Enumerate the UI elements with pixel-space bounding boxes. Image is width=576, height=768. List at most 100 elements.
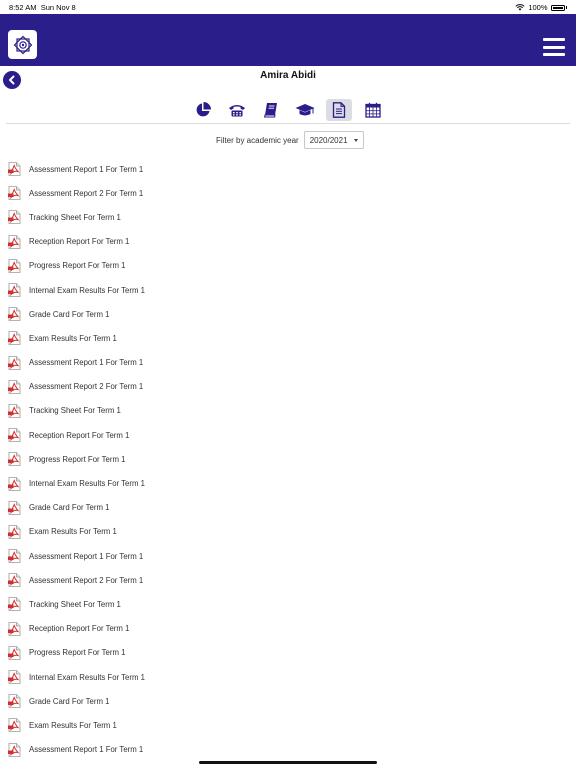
report-label: Assessment Report 2 For Term 1 [29,382,144,392]
report-list-item[interactable]: Progress Report For Term 1 [8,254,145,278]
school-emblem-icon[interactable] [8,30,37,59]
pdf-file-icon [8,307,21,322]
pdf-file-icon [8,186,21,201]
tab-courses[interactable] [258,99,284,121]
report-list-item[interactable]: Assessment Report 2 For Term 1 [8,375,145,399]
tab-divider [6,123,570,124]
report-list-item[interactable]: Grade Card For Term 1 [8,689,145,713]
pdf-file-icon [8,283,21,297]
pdf-file-icon [8,162,21,176]
report-label: Assessment Report 1 For Term 1 [29,551,144,561]
report-list-item[interactable]: Grade Card For Term 1 [8,496,145,520]
report-list-item[interactable]: Progress Report For Term 1 [8,641,145,665]
report-label: Internal Exam Results For Term 1 [29,479,145,489]
phone-icon [229,105,245,117]
report-list-item[interactable]: Exam Results For Term 1 [8,326,145,350]
report-list-item[interactable]: Progress Report For Term 1 [8,447,145,471]
report-list-item[interactable]: Reception Report For Term 1 [8,617,145,641]
report-list-item[interactable]: Assessment Report 2 For Term 1 [8,181,145,205]
pdf-file-icon [8,355,21,370]
battery-tip [565,6,567,9]
report-list-item[interactable]: Reception Report For Term 1 [8,423,145,447]
student-name-title: Amira Abidi [260,70,316,81]
report-label: Progress Report For Term 1 [29,648,126,658]
app-header [0,14,576,66]
report-label: Reception Report For Term 1 [29,430,130,440]
pdf-file-icon [8,404,21,418]
report-label: Progress Report For Term 1 [29,454,126,464]
pdf-file-icon [8,210,21,225]
report-list: Assessment Report 1 For Term 1 Assessment… [8,157,145,762]
pdf-file-icon [8,258,21,273]
report-label: Tracking Sheet For Term 1 [29,212,121,222]
report-list-item[interactable]: Exam Results For Term 1 [8,713,145,737]
report-list-item[interactable]: Assessment Report 1 For Term 1 [8,157,145,181]
report-list-item[interactable]: Exam Results For Term 1 [8,520,145,544]
report-label: Assessment Report 2 For Term 1 [29,575,144,585]
report-label: Tracking Sheet For Term 1 [29,406,121,416]
report-label: Internal Exam Results For Term 1 [29,672,145,682]
graduation-cap-icon [295,104,315,116]
report-label: Internal Exam Results For Term 1 [29,285,145,295]
report-label: Exam Results For Term 1 [29,720,117,730]
tab-grades[interactable] [292,99,318,121]
report-list-item[interactable]: Tracking Sheet For Term 1 [8,205,145,229]
pdf-file-icon [8,549,21,563]
report-list-item[interactable]: Tracking Sheet For Term 1 [8,399,145,423]
report-list-item[interactable]: Internal Exam Results For Term 1 [8,471,145,495]
tab-dashboard[interactable] [190,99,216,121]
tab-contacts[interactable] [224,99,250,121]
student-tabs [190,99,386,123]
wifi-icon [515,4,525,11]
report-list-item[interactable]: Assessment Report 1 For Term 1 [8,544,145,568]
book-icon [263,103,277,118]
pdf-file-icon [8,500,21,515]
report-label: Progress Report For Term 1 [29,261,126,271]
app-screen: 8:52 AM Sun Nov 8 100% Amira Abidi Filte… [0,0,576,768]
tab-calendar[interactable] [360,99,386,121]
battery-icon [550,4,565,11]
report-list-item[interactable]: Grade Card For Term 1 [8,302,145,326]
report-list-item[interactable]: Internal Exam Results For Term 1 [8,665,145,689]
report-label: Grade Card For Term 1 [29,503,110,513]
chevron-down-icon [353,138,358,142]
home-indicator [199,761,377,764]
status-time: 8:52 AM Sun Nov 8 [9,3,76,12]
report-label: Grade Card For Term 1 [29,309,110,319]
status-bar: 8:52 AM Sun Nov 8 100% [0,0,576,14]
pdf-file-icon [8,694,21,709]
pdf-file-icon [8,742,21,757]
chevron-left-icon [9,75,15,85]
tab-reports[interactable] [326,99,352,121]
pdf-file-icon [8,331,21,346]
report-list-item[interactable]: Tracking Sheet For Term 1 [8,592,145,616]
pdf-file-icon [8,452,21,467]
pdf-file-icon [8,476,21,491]
back-button[interactable] [3,71,21,89]
academic-year-select[interactable]: 2020/2021 [303,131,364,149]
report-label: Exam Results For Term 1 [29,333,117,343]
pdf-file-icon [8,670,21,684]
report-list-item[interactable]: Assessment Report 1 For Term 1 [8,351,145,375]
report-label: Tracking Sheet For Term 1 [29,599,121,609]
document-icon [332,102,346,118]
report-label: Assessment Report 2 For Term 1 [29,188,144,198]
pdf-file-icon [8,234,21,249]
pdf-file-icon [8,718,21,733]
calendar-icon [365,102,381,118]
filter-label: Filter by academic year [216,135,299,145]
academic-year-filter: Filter by academic year 2020/2021 [216,131,364,149]
report-list-item[interactable]: Reception Report For Term 1 [8,230,145,254]
pdf-file-icon [8,525,21,539]
pdf-file-icon [8,379,21,394]
report-label: Grade Card For Term 1 [29,696,110,706]
report-list-item[interactable]: Assessment Report 1 For Term 1 [8,738,145,762]
report-list-item[interactable]: Assessment Report 2 For Term 1 [8,568,145,592]
report-list-item[interactable]: Internal Exam Results For Term 1 [8,278,145,302]
report-label: Assessment Report 1 For Term 1 [29,358,144,368]
hamburger-menu-icon[interactable] [543,38,565,56]
selected-year: 2020/2021 [309,135,348,145]
pdf-file-icon [8,621,21,636]
report-label: Reception Report For Term 1 [29,624,130,634]
report-label: Exam Results For Term 1 [29,527,117,537]
